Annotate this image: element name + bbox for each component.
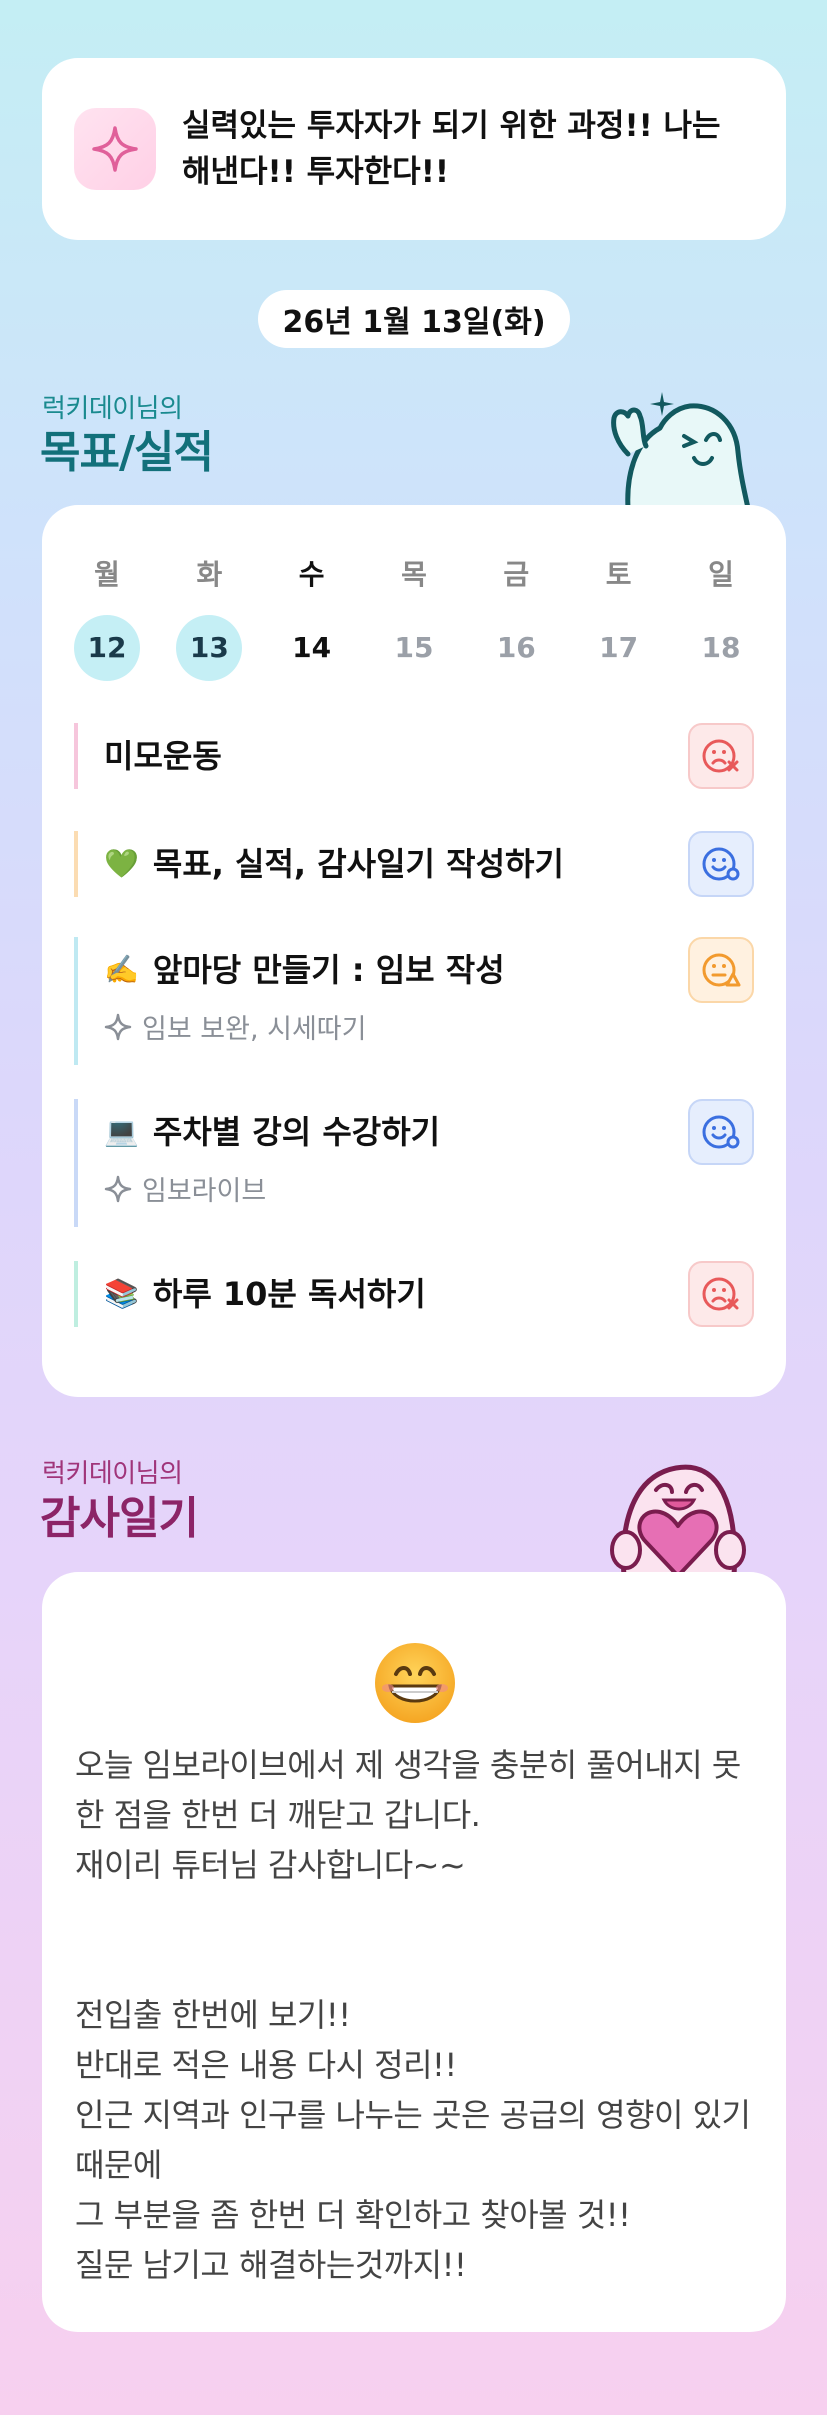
goal-item[interactable]: 💚 목표, 실적, 감사일기 작성하기 <box>74 831 754 897</box>
weekday-tue: 화 <box>196 558 223 591</box>
goal-subtask: 임보 보완, 시세따기 <box>142 1014 367 1045</box>
date-16[interactable]: 16 <box>483 615 549 681</box>
weekday-fri: 금 <box>503 558 530 591</box>
ghost-mascot-waving <box>611 392 751 508</box>
goal-title: 주차별 강의 수강하기 <box>152 1113 441 1151</box>
goal-item[interactable]: ✍️ 앞마당 만들기 : 임보 작성 임보 보완, 시세따기 <box>74 937 754 1065</box>
date-13[interactable]: 13 <box>176 615 243 681</box>
date-pill[interactable]: 26년 1월 13일(화) <box>258 290 570 348</box>
status-sad-x-icon[interactable] <box>688 1261 754 1327</box>
date-row: 12 13 14 15 16 17 18 <box>74 593 754 681</box>
grinning-face-icon <box>375 1643 455 1723</box>
date-14[interactable]: 14 <box>279 615 345 681</box>
status-smile-o-icon[interactable] <box>688 1099 754 1165</box>
sparkle-icon <box>74 108 156 190</box>
sparkle-icon <box>104 1175 132 1202</box>
goal-title: 앞마당 만들기 : 임보 작성 <box>152 951 505 989</box>
status-neutral-triangle-icon[interactable] <box>688 937 754 1003</box>
date-18[interactable]: 18 <box>688 615 754 681</box>
goal-item[interactable]: 💻 주차별 강의 수강하기 임보라이브 <box>74 1099 754 1227</box>
motto-text: 실력있는 투자자가 되기 위한 과정!! 나는 해낸다!! 투자한다!! <box>182 108 721 190</box>
weekday-sat: 토 <box>605 558 632 591</box>
thanks-section-title: 감사일기 <box>40 1493 199 1544</box>
goal-subtask: 임보라이브 <box>142 1176 267 1207</box>
writing-hand-icon: ✍️ <box>104 953 139 986</box>
goal-title: 하루 10분 독서하기 <box>152 1275 426 1313</box>
date-17[interactable]: 17 <box>586 615 652 681</box>
goal-title: 미모운동 <box>104 737 222 775</box>
thanks-diary-card: 오늘 임보라이브에서 제 생각을 충분히 풀어내지 못한 점을 한번 더 깨닫고… <box>42 1572 786 2332</box>
status-sad-x-icon[interactable] <box>688 723 754 789</box>
goal-card: 월 화 수 목 금 토 일 12 13 14 15 16 17 18 미모운동 … <box>42 505 786 1397</box>
weekday-sun: 일 <box>708 558 734 591</box>
status-smile-o-icon[interactable] <box>688 831 754 897</box>
books-icon: 📚 <box>104 1277 139 1310</box>
green-heart-icon: 💚 <box>104 847 139 880</box>
week-calendar: 월 화 수 목 금 토 일 12 13 14 15 16 17 18 <box>74 553 754 681</box>
ghost-mascot-heart <box>610 1464 746 1576</box>
weekday-thu: 목 <box>401 558 427 591</box>
goal-item[interactable]: 미모운동 <box>74 723 754 789</box>
date-15[interactable]: 15 <box>381 615 447 681</box>
thanks-diary-text: 오늘 임보라이브에서 제 생각을 충분히 풀어내지 못한 점을 한번 더 깨닫고… <box>75 1746 751 2284</box>
date-12[interactable]: 12 <box>74 615 140 681</box>
goal-title: 목표, 실적, 감사일기 작성하기 <box>152 845 564 883</box>
goals-section-title: 목표/실적 <box>40 427 214 478</box>
sparkle-icon <box>104 1013 132 1040</box>
weekday-wed: 수 <box>298 558 325 591</box>
goal-item[interactable]: 📚 하루 10분 독서하기 <box>74 1261 754 1327</box>
laptop-icon: 💻 <box>104 1115 139 1148</box>
weekday-mon: 월 <box>94 558 120 591</box>
weekday-row: 월 화 수 목 금 토 일 <box>74 553 754 593</box>
motto-card: 실력있는 투자자가 되기 위한 과정!! 나는 해낸다!! 투자한다!! <box>42 58 786 240</box>
